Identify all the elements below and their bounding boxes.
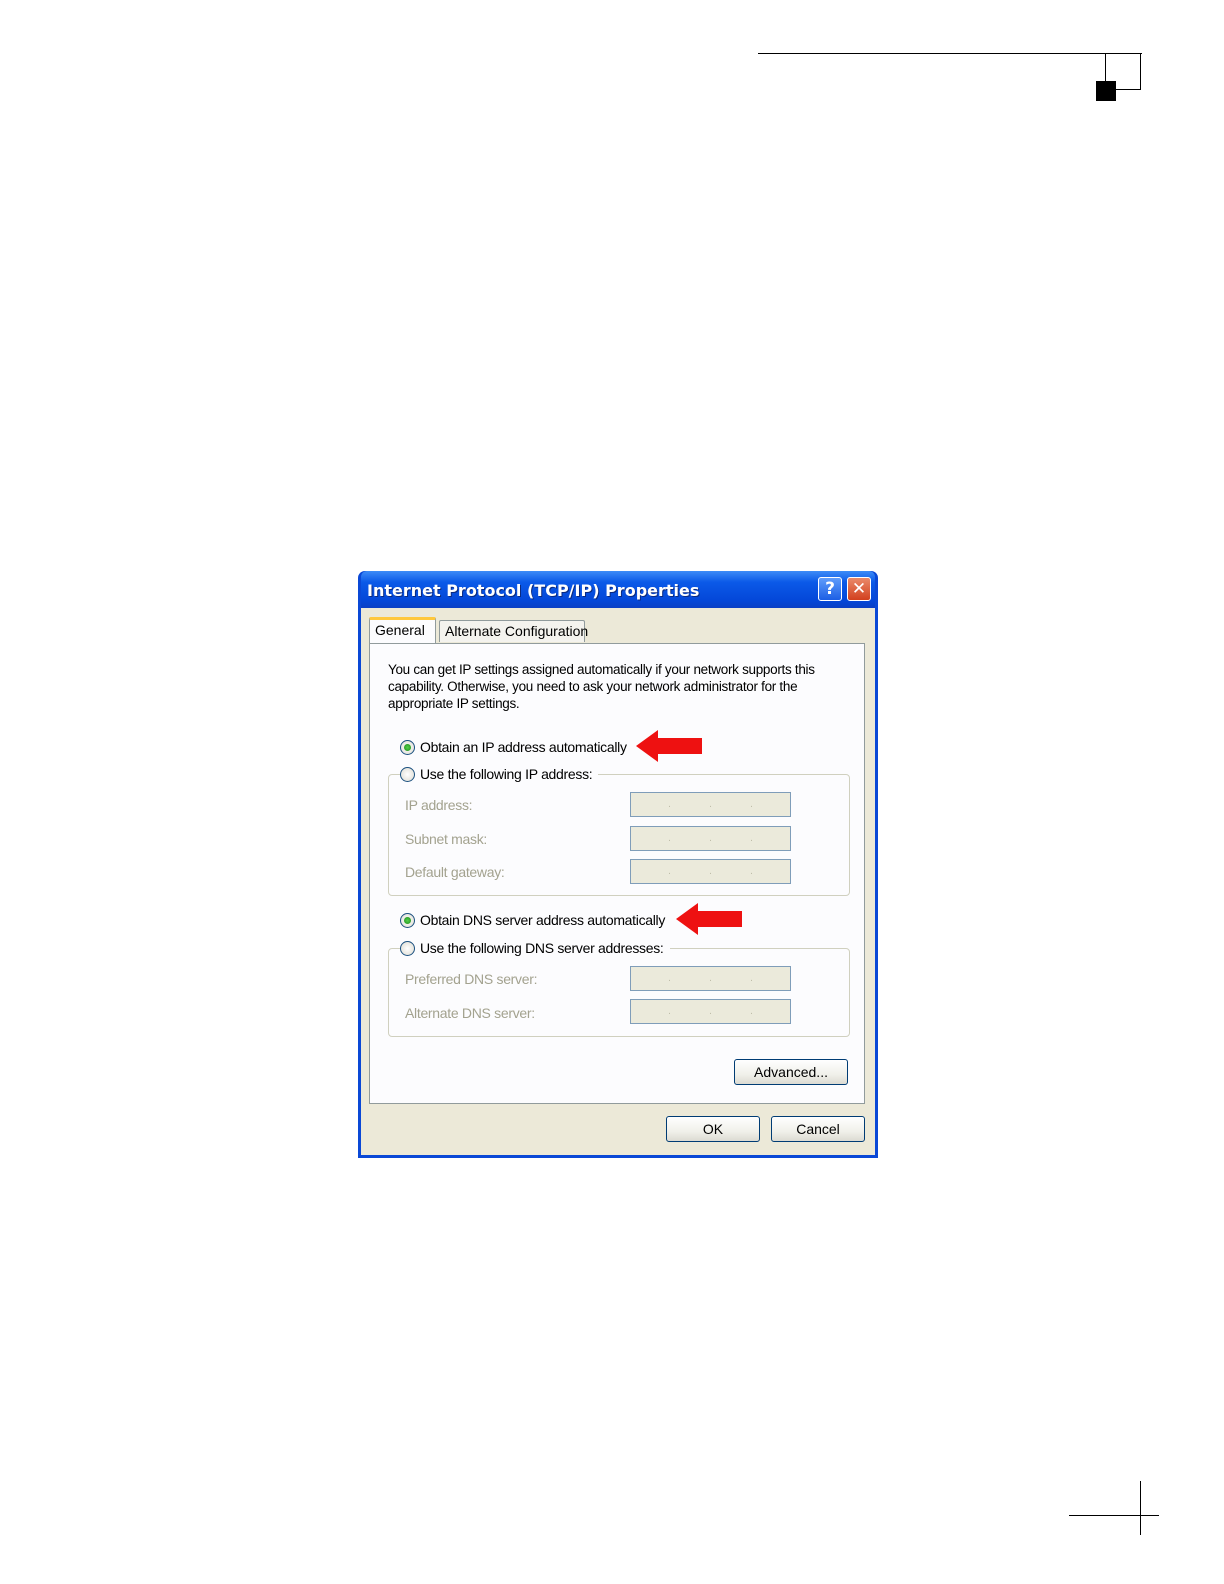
obtain-dns-auto-option[interactable]: Obtain DNS server address automatically	[400, 912, 672, 928]
title-bar[interactable]: Internet Protocol (TCP/IP) Properties ? …	[361, 571, 875, 608]
red-arrow-icon	[676, 903, 742, 935]
crop-mark-vertical	[1140, 1481, 1141, 1535]
tcpip-properties-dialog: Internet Protocol (TCP/IP) Properties ? …	[358, 571, 878, 1158]
corner-marker	[1096, 81, 1116, 101]
close-icon: ✕	[851, 579, 867, 599]
ok-button[interactable]: OK	[666, 1116, 760, 1142]
general-tab-panel: You can get IP settings assigned automat…	[369, 643, 865, 1104]
preferred-dns-label: Preferred DNS server:	[405, 971, 538, 987]
alternate-dns-input[interactable]: ...	[630, 999, 791, 1024]
dialog-client-area: General Alternate Configuration You can …	[361, 608, 875, 1155]
cancel-button[interactable]: Cancel	[771, 1116, 865, 1142]
crop-mark-horizontal	[1069, 1515, 1159, 1516]
use-following-dns-option[interactable]: Use the following DNS server addresses:	[400, 940, 670, 956]
close-button[interactable]: ✕	[847, 577, 871, 601]
use-following-dns-radio[interactable]	[400, 940, 415, 956]
ip-address-input[interactable]: ...	[630, 792, 791, 817]
subnet-mask-label: Subnet mask:	[405, 831, 487, 847]
help-icon: ?	[825, 579, 835, 599]
subnet-mask-input[interactable]: ...	[630, 826, 791, 851]
obtain-ip-auto-label: Obtain an IP address automatically	[420, 739, 627, 755]
tab-alternate-configuration[interactable]: Alternate Configuration	[439, 620, 588, 642]
default-gateway-input[interactable]: ...	[630, 859, 791, 884]
header-rule	[758, 53, 1142, 54]
obtain-dns-auto-radio[interactable]	[400, 912, 415, 928]
ip-address-label: IP address:	[405, 797, 473, 813]
dialog-title: Internet Protocol (TCP/IP) Properties	[367, 581, 700, 600]
use-following-ip-label: Use the following IP address:	[420, 766, 593, 782]
use-following-ip-option[interactable]: Use the following IP address:	[400, 766, 599, 782]
red-arrow-icon	[636, 730, 702, 762]
advanced-button[interactable]: Advanced...	[734, 1059, 848, 1085]
corner-frame-edge	[1105, 53, 1106, 83]
obtain-dns-auto-label: Obtain DNS server address automatically	[420, 912, 666, 928]
obtain-ip-auto-radio[interactable]	[400, 739, 415, 755]
alternate-dns-label: Alternate DNS server:	[405, 1005, 535, 1021]
obtain-ip-auto-option[interactable]: Obtain an IP address automatically	[400, 739, 633, 755]
tab-general[interactable]: General	[369, 617, 436, 643]
description-text: You can get IP settings assigned automat…	[388, 662, 815, 711]
preferred-dns-input[interactable]: ...	[630, 966, 791, 991]
use-following-ip-radio[interactable]	[400, 766, 415, 782]
use-following-dns-label: Use the following DNS server addresses:	[420, 940, 664, 956]
default-gateway-label: Default gateway:	[405, 864, 505, 880]
help-button[interactable]: ?	[818, 577, 842, 601]
